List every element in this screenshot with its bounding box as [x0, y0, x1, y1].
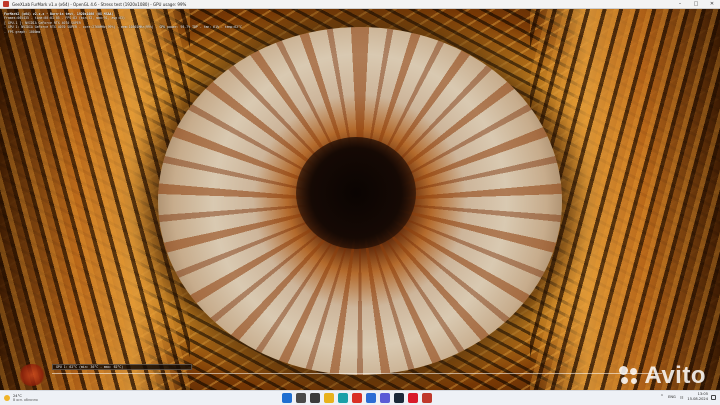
render-viewport[interactable] — [0, 9, 720, 390]
window-titlebar: GeeXLab FurMark v1.x (x64) - OpenGL 4.6 … — [0, 0, 720, 9]
temperature-graph-label: GPU 1: 62°C (min: 36°C - max: 62°C) — [52, 364, 192, 370]
weather-condition: В осн. облачно — [13, 398, 38, 402]
taskbar: 24°C В осн. облачно ⌃ ENG ☷ 13:05 15.08.… — [0, 390, 720, 405]
notification-icon[interactable] — [711, 394, 716, 400]
clock-date: 15.08.2024 — [687, 397, 708, 401]
clock[interactable]: 13:05 15.08.2024 — [687, 392, 708, 402]
taskbar-opera-icon[interactable] — [408, 393, 418, 403]
network-volume-icon[interactable]: ☷ — [680, 395, 684, 400]
taskbar-mail-icon[interactable] — [366, 393, 376, 403]
taskbar-steam-icon[interactable] — [394, 393, 404, 403]
weather-widget[interactable]: 24°C В осн. облачно — [4, 394, 38, 402]
language-indicator[interactable]: ENG — [668, 395, 676, 399]
weather-icon — [4, 395, 10, 401]
app-icon — [3, 1, 9, 7]
temperature-graph-line — [52, 373, 662, 374]
taskbar-apps — [282, 393, 432, 403]
window-title: GeeXLab FurMark v1.x (x64) - OpenGL 4.6 … — [12, 1, 187, 7]
osd-line: - FPS graph: 1000ms — [4, 29, 41, 34]
avito-watermark-text: Avito — [644, 362, 706, 389]
chevron-up-icon[interactable]: ⌃ — [660, 394, 664, 400]
avito-watermark: Avito — [618, 362, 706, 390]
taskbar-search-icon[interactable] — [296, 393, 306, 403]
avito-logo-icon — [618, 365, 640, 387]
scene-eye-pupil — [296, 137, 416, 249]
window-controls: – □ ✕ — [672, 0, 720, 9]
taskbar-file-explorer-icon[interactable] — [324, 393, 334, 403]
system-tray: ⌃ ENG ☷ 13:05 15.08.2024 — [660, 392, 716, 402]
minimize-button[interactable]: – — [672, 0, 688, 9]
osd-overlay: FurMark2 (x64) v2.x.x - Burn-in test, 19… — [4, 12, 304, 34]
taskbar-task-view-icon[interactable] — [310, 393, 320, 403]
furmark-logo — [18, 364, 46, 386]
maximize-button[interactable]: □ — [688, 0, 704, 9]
taskbar-furmark-icon[interactable] — [422, 393, 432, 403]
temperature-text: GPU 1: 62°C (min: 36°C - max: 62°C) — [56, 365, 124, 369]
taskbar-start-icon[interactable] — [282, 393, 292, 403]
close-button[interactable]: ✕ — [704, 0, 720, 9]
taskbar-chrome-icon[interactable] — [352, 393, 362, 403]
taskbar-store-icon[interactable] — [380, 393, 390, 403]
taskbar-edge-icon[interactable] — [338, 393, 348, 403]
